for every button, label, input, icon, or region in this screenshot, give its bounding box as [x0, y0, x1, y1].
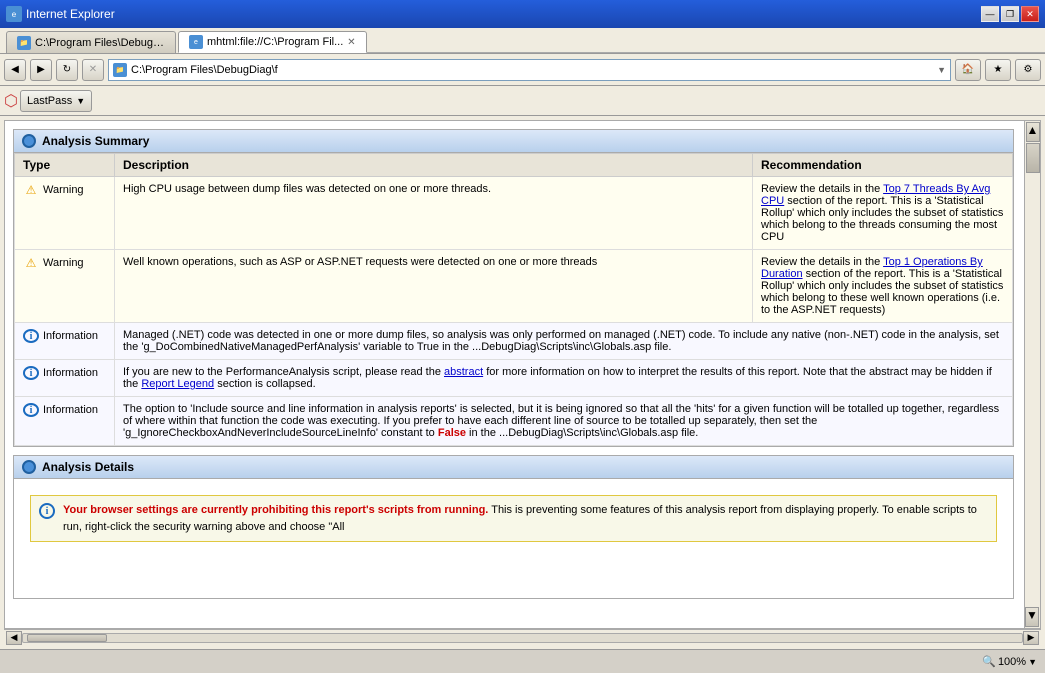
summary-table: Type Description Recommendation ⚠ Warnin… — [14, 153, 1013, 446]
tab-2-close[interactable]: ✕ — [347, 37, 355, 48]
col-description: Description — [115, 154, 753, 177]
tab-bar: 📁 C:\Program Files\DebugDiag\f e mhtml:f… — [0, 28, 1045, 54]
window-title: Internet Explorer — [26, 7, 115, 21]
analysis-details-title: Analysis Details — [42, 460, 134, 474]
nav-stop-button[interactable]: ✕ — [82, 59, 104, 81]
report-legend-link[interactable]: Report Legend — [141, 378, 214, 390]
table-row: ⚠ Warning Well known operations, such as… — [15, 250, 1013, 323]
nav-forward-button[interactable]: ▶ — [30, 59, 52, 81]
zoom-icon: 🔍 — [982, 655, 996, 668]
section-circle-icon — [22, 134, 36, 148]
tab-1[interactable]: 📁 C:\Program Files\DebugDiag\f — [6, 31, 176, 53]
false-text: False — [438, 427, 466, 439]
h-scroll-left[interactable]: ◀ — [6, 631, 22, 645]
description-4: If you are new to the PerformanceAnalysi… — [115, 360, 1013, 397]
zoom-area[interactable]: 🔍 100% ▼ — [982, 655, 1037, 668]
browser-warning-text: Your browser settings are currently proh… — [63, 502, 988, 535]
warning-label-1: Warning — [43, 184, 84, 196]
h-scroll-track[interactable] — [22, 633, 1023, 643]
lastpass-toolbar: ⬡ LastPass ▼ — [0, 86, 1045, 116]
nav-refresh-button[interactable]: ↻ — [56, 59, 78, 81]
browser-warning-bold: Your browser settings are currently proh… — [63, 504, 488, 516]
tab-2-label: mhtml:file://C:\Program Fil... — [207, 36, 343, 48]
lastpass-button[interactable]: LastPass ▼ — [20, 90, 92, 112]
info-label-1: Information — [43, 330, 98, 342]
analysis-summary-header: Analysis Summary — [14, 130, 1013, 153]
h-scroll-thumb[interactable] — [27, 634, 107, 642]
description-2: Well known operations, such as ASP or AS… — [115, 250, 753, 323]
h-scroll-right[interactable]: ▶ — [1023, 631, 1039, 645]
tab-2-icon: e — [189, 35, 203, 49]
address-box[interactable]: 📁 C:\Program Files\DebugDiag\f ▼ — [108, 59, 951, 81]
description-5: The option to 'Include source and line i… — [115, 397, 1013, 446]
home-button[interactable]: 🏠 — [955, 59, 981, 81]
tab-icon: 📁 — [17, 36, 31, 50]
close-button[interactable]: ✕ — [1021, 6, 1039, 22]
zoom-label: 100% — [998, 656, 1026, 668]
browser-info-icon: i — [39, 503, 55, 519]
details-circle-icon — [22, 460, 36, 474]
description-3: Managed (.NET) code was detected in one … — [115, 323, 1013, 360]
v-scrollbar[interactable]: ▲ ▼ — [1024, 121, 1040, 628]
address-bar: ◀ ▶ ↻ ✕ 📁 C:\Program Files\DebugDiag\f ▼… — [0, 54, 1045, 86]
info-icon-2: i — [23, 366, 39, 380]
info-label-3: Information — [43, 404, 98, 416]
main-area: ▲ ▼ Analysis Summary Type Description Re… — [0, 116, 1045, 649]
lastpass-label: LastPass — [27, 95, 72, 107]
address-text: C:\Program Files\DebugDiag\f — [131, 64, 933, 76]
col-type: Type — [15, 154, 115, 177]
settings-button[interactable]: ⚙ — [1015, 59, 1041, 81]
nav-back-button[interactable]: ◀ — [4, 59, 26, 81]
tab-1-label: C:\Program Files\DebugDiag\f — [35, 37, 165, 49]
browser-warning-bar: i Your browser settings are currently pr… — [30, 495, 997, 542]
analysis-details-header: Analysis Details — [14, 456, 1013, 479]
info-label-2: Information — [43, 367, 98, 379]
warning-icon-1: ⚠ — [23, 183, 39, 197]
table-row: ⚠ Warning High CPU usage between dump fi… — [15, 177, 1013, 250]
restore-button[interactable]: ❐ — [1001, 6, 1019, 22]
lastpass-separator-icon: ⬡ — [4, 91, 18, 111]
abstract-link[interactable]: abstract — [444, 366, 483, 378]
content-scroll-area[interactable]: ▲ ▼ Analysis Summary Type Description Re… — [4, 120, 1041, 629]
info-icon-3: i — [23, 403, 39, 417]
lastpass-dropdown-icon[interactable]: ▼ — [76, 96, 85, 106]
table-row: i Information Managed (.NET) code was de… — [15, 323, 1013, 360]
warning-label-2: Warning — [43, 257, 84, 269]
h-scrollbar[interactable]: ◀ ▶ — [4, 629, 1041, 645]
address-icon: 📁 — [113, 63, 127, 77]
table-row: i Information The option to 'Include sou… — [15, 397, 1013, 446]
analysis-summary-title: Analysis Summary — [42, 134, 149, 148]
analysis-summary-section: Analysis Summary Type Description Recomm… — [13, 129, 1014, 447]
description-1: High CPU usage between dump files was de… — [115, 177, 753, 250]
warning-icon-2: ⚠ — [23, 256, 39, 270]
zoom-dropdown-icon[interactable]: ▼ — [1028, 657, 1037, 667]
info-icon-1: i — [23, 329, 39, 343]
status-bar: 🔍 100% ▼ — [0, 649, 1045, 673]
table-row: i Information If you are new to the Perf… — [15, 360, 1013, 397]
recommendation-1: Review the details in the Top 7 Threads … — [753, 177, 1013, 250]
favorites-button[interactable]: ★ — [985, 59, 1011, 81]
analysis-details-section: Analysis Details i Your browser settings… — [13, 455, 1014, 599]
title-bar: e Internet Explorer — ❐ ✕ — [0, 0, 1045, 28]
minimize-button[interactable]: — — [981, 6, 999, 22]
details-content: i Your browser settings are currently pr… — [14, 479, 1013, 598]
app-icon: e — [6, 6, 22, 22]
tab-2[interactable]: e mhtml:file://C:\Program Fil... ✕ — [178, 31, 367, 53]
recommendation-2: Review the details in the Top 1 Operatio… — [753, 250, 1013, 323]
dropdown-icon[interactable]: ▼ — [937, 65, 946, 75]
col-recommendation: Recommendation — [753, 154, 1013, 177]
